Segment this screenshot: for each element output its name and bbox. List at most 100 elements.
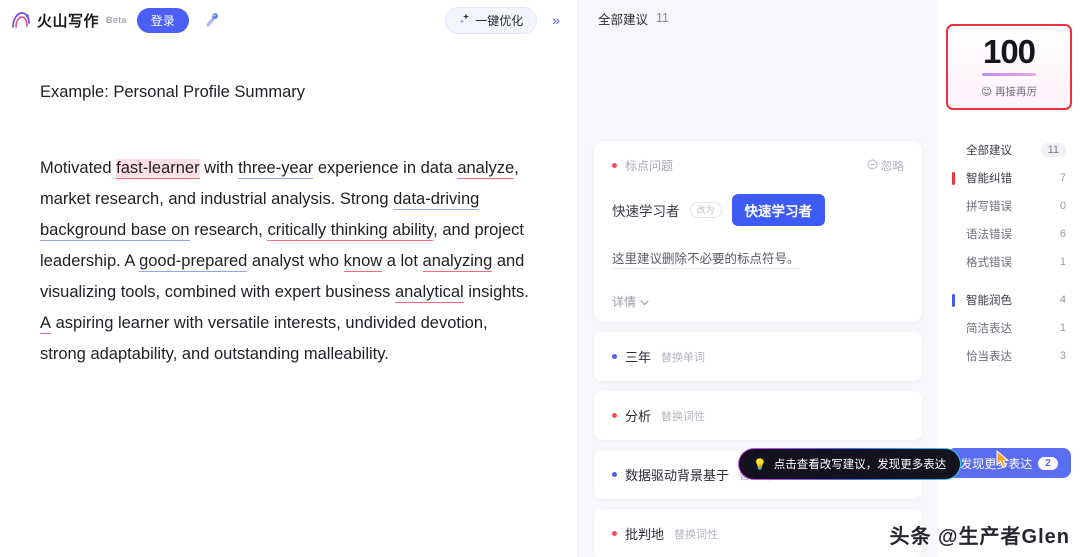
score-box: 100 😊 再接再厉 [946, 24, 1072, 110]
magic-wand-icon[interactable] [199, 8, 223, 32]
change-to-badge: 改为 [689, 201, 722, 219]
suggestions-header-count: 11 [656, 11, 669, 25]
document-paragraph[interactable]: Motivated fast-learner with three-year e… [40, 153, 537, 370]
card-header: 标点问题 忽略 [612, 157, 904, 174]
ignore-label: 忽略 [881, 160, 904, 173]
category-label: 简洁表达 [966, 323, 1012, 335]
one-click-optimize-button[interactable]: 一键优化 [445, 6, 538, 34]
error-span: A [40, 313, 52, 334]
category-label: 全部建议 [966, 145, 1012, 157]
sidebar-category-5[interactable]: 智能润色 4 [938, 286, 1080, 314]
toolbar-right-group: 一键优化 » [445, 6, 565, 34]
error-highlight-span: fast-learner [116, 158, 200, 179]
suggestion-rows-host: 三年替换单词分析替换词性数据驱动背景基于替换词组批判地替换词性 [594, 332, 922, 557]
circle-minus-icon [867, 159, 878, 173]
polish-span: good-prepared [139, 251, 248, 272]
score-label-row: 😊 再接再厉 [981, 84, 1037, 99]
category-count: 1 [1059, 256, 1066, 268]
category-label: 恰当表达 [966, 351, 1012, 363]
category-label: 智能纠错 [966, 173, 1012, 185]
plain-text-span: research, [189, 220, 268, 239]
card-replacement-row: 快速学习者 改为 快速学习者 [612, 194, 904, 226]
collapse-panel-icon[interactable]: » [547, 11, 565, 29]
document-body[interactable]: Example: Personal Profile Summary Motiva… [0, 40, 577, 370]
beta-tag: Beta [106, 15, 127, 25]
tooltip-text: 点击查看改写建议，发现更多表达 [773, 459, 947, 471]
sidebar-category-3[interactable]: 语法错误 6 [938, 220, 1080, 248]
suggestion-tag: 替换单词 [661, 351, 706, 364]
lightbulb-icon: 💡 [753, 458, 767, 471]
editor-pane: 火山写作 Beta 登录 一键优化 » Example: Personal Pr… [0, 0, 578, 557]
original-word: 快速学习者 [612, 204, 680, 219]
category-dot-icon [612, 163, 617, 168]
plain-text-span: insights. [463, 282, 529, 301]
rewrite-tooltip: 💡 点击查看改写建议，发现更多表达 [738, 448, 961, 480]
card-type-label: 标点问题 [625, 159, 674, 173]
error-span: analyze [457, 158, 515, 179]
right-sidebar: 100 😊 再接再厉 全部建议 11 智能纠错 7 拼写错误 0 语法错误 6 格式错误 1 智能润… [938, 0, 1080, 557]
category-group-spacer [938, 276, 1080, 286]
card-detail-toggle[interactable]: 详情 [612, 293, 904, 310]
category-accent-bar [952, 293, 955, 307]
top-toolbar: 火山写作 Beta 登录 一键优化 » [0, 0, 577, 40]
category-dot-icon [612, 472, 617, 477]
plain-text-span: experience in data [313, 158, 458, 177]
sidebar-category-0[interactable]: 全部建议 11 [938, 136, 1080, 164]
login-button[interactable]: 登录 [136, 7, 189, 33]
suggestion-word: 数据驱动背景基于 [625, 468, 730, 483]
category-count: 7 [1059, 172, 1066, 184]
error-span: know [343, 251, 383, 272]
sidebar-category-1[interactable]: 智能纠错 7 [938, 164, 1080, 192]
suggestion-word: 批判地 [625, 527, 665, 542]
category-label: 智能润色 [966, 295, 1012, 307]
category-dot-icon [612, 531, 617, 536]
error-span: critically thinking ability [267, 220, 434, 241]
suggestion-tag: 替换词性 [674, 528, 719, 541]
watermark: 头条 @生产者Glen [889, 526, 1070, 548]
apply-suggestion-button[interactable]: 快速学习者 [731, 194, 826, 226]
category-count: 3 [1059, 350, 1066, 362]
sidebar-category-2[interactable]: 拼写错误 0 [938, 192, 1080, 220]
sidebar-category-6[interactable]: 简洁表达 1 [938, 314, 1080, 342]
category-dot-icon [612, 413, 617, 418]
detail-label: 详情 [612, 295, 637, 309]
plain-text-span: analyst who [247, 251, 344, 270]
suggestion-word: 三年 [625, 350, 652, 365]
suggestion-row[interactable]: 批判地 替换词性 [594, 509, 922, 557]
plain-text-span: a lot [382, 251, 423, 270]
plain-text-span: with [199, 158, 239, 177]
suggestions-header: 全部建议 11 [578, 0, 938, 36]
active-suggestion-card[interactable]: 标点问题 忽略 快速学习者 改为 快速学习者 这里建议删除不必要的标点符号。 详… [594, 141, 922, 322]
optimize-label: 一键优化 [475, 13, 524, 28]
sidebar-category-7[interactable]: 恰当表达 3 [938, 342, 1080, 370]
plain-text-span: aspiring learner with versatile interest… [40, 313, 488, 363]
category-list: 全部建议 11 智能纠错 7 拼写错误 0 语法错误 6 格式错误 1 智能润色 4 简洁表达 1 恰当表达… [938, 136, 1080, 370]
brand: 火山写作 Beta [10, 10, 127, 31]
suggestion-row[interactable]: 三年 替换单词 [594, 332, 922, 381]
category-count: 6 [1059, 228, 1066, 240]
category-count: 11 [1040, 143, 1066, 157]
chevron-down-icon [640, 295, 649, 309]
polish-span: three-year [238, 158, 314, 179]
plain-text-span: Motivated [40, 158, 117, 177]
score-value: 100 [982, 33, 1036, 70]
app-root: 火山写作 Beta 登录 一键优化 » Example: Personal Pr… [0, 0, 1080, 557]
sidebar-category-4[interactable]: 格式错误 1 [938, 248, 1080, 276]
score-emoji-icon: 😊 [981, 85, 992, 98]
document-title: Example: Personal Profile Summary [40, 83, 306, 101]
discover-count-badge: 2 [1038, 456, 1058, 470]
category-accent-bar [952, 171, 955, 185]
sparkle-icon [459, 13, 471, 28]
suggestions-list: 标点问题 忽略 快速学习者 改为 快速学习者 这里建议删除不必要的标点符号。 详… [578, 141, 938, 557]
category-count: 1 [1059, 322, 1066, 334]
suggestions-pane: 全部建议 11 标点问题 忽略 快速学习者 改为 快速学习者 这里建议删除不必要… [578, 0, 946, 557]
category-count: 0 [1059, 200, 1066, 212]
suggestion-tag: 替换词性 [661, 410, 706, 423]
ignore-button[interactable]: 忽略 [867, 158, 904, 174]
brand-name: 火山写作 [37, 12, 100, 30]
error-span: analytical [394, 282, 464, 303]
category-count: 4 [1059, 294, 1066, 306]
suggestion-row[interactable]: 分析 替换词性 [594, 391, 922, 440]
suggestions-header-title: 全部建议 [598, 12, 649, 27]
category-dot-icon [612, 354, 617, 359]
